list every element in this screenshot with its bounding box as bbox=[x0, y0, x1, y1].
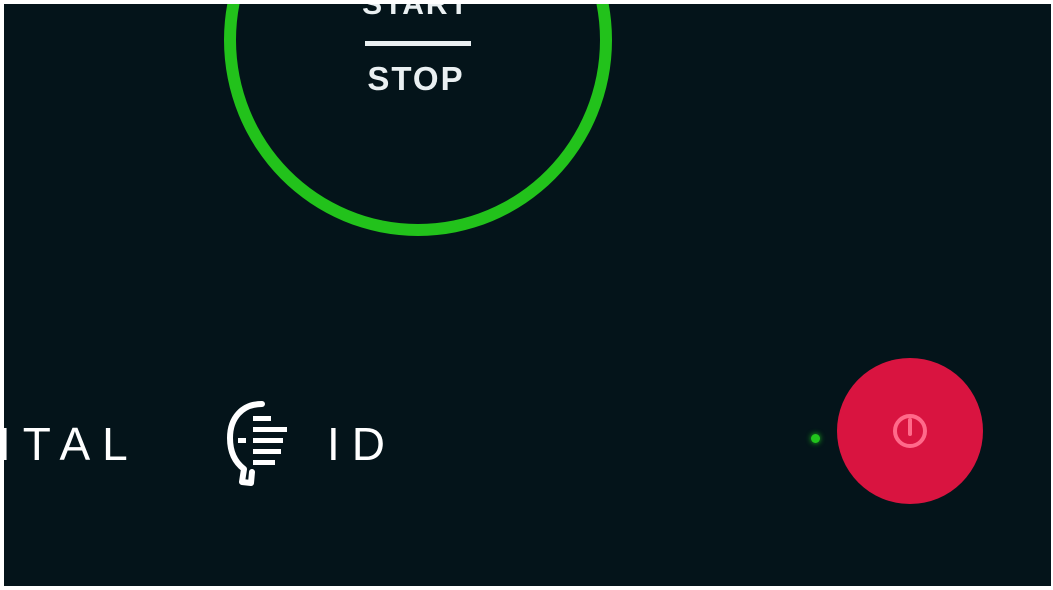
start-stop-button[interactable] bbox=[224, 4, 612, 236]
start-label: START bbox=[362, 4, 470, 21]
face-scan-icon bbox=[227, 401, 287, 486]
power-icon bbox=[893, 414, 927, 448]
stop-label: STOP bbox=[367, 60, 465, 97]
brand-text-right: ID bbox=[327, 418, 397, 470]
status-indicator bbox=[811, 434, 820, 443]
power-button[interactable] bbox=[837, 358, 983, 504]
brand-text-left: ITAL bbox=[4, 418, 140, 470]
device-screen: START STOP ITAL ID bbox=[4, 4, 1051, 586]
start-stop-divider bbox=[365, 41, 471, 46]
